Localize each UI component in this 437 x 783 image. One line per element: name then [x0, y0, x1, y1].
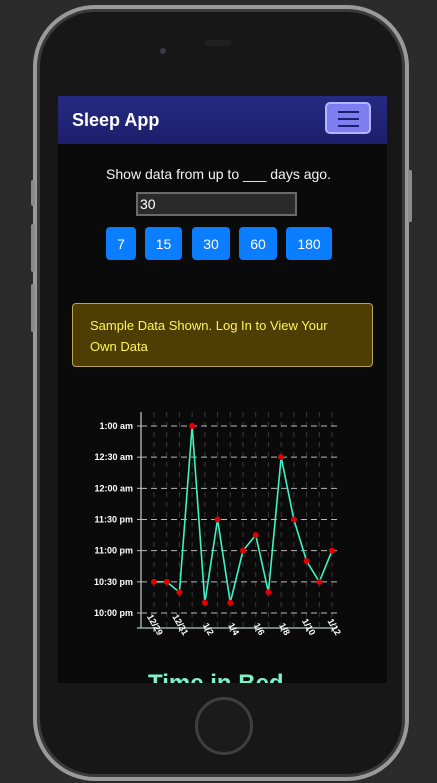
- mute-switch: [31, 180, 35, 206]
- front-camera: [160, 48, 166, 54]
- app-screen: Sleep App Show data from up to ___ days …: [58, 96, 387, 683]
- volume-down-button: [31, 284, 35, 332]
- data-point: [303, 558, 310, 565]
- data-point: [240, 547, 246, 554]
- x-tick-label: 12/31: [170, 612, 190, 637]
- data-point: [189, 423, 196, 429]
- y-tick-label: 11:30 pm: [94, 515, 133, 525]
- navbar: Sleep App: [58, 96, 387, 144]
- x-tick-label: 1/2: [201, 621, 216, 637]
- data-point: [316, 578, 323, 585]
- data-point: [176, 589, 183, 596]
- data-point: [252, 532, 259, 539]
- data-point: [290, 516, 297, 523]
- data-point: [265, 589, 272, 596]
- days-30-button[interactable]: 30: [192, 227, 230, 260]
- bedtime-line-chart: 10:00 pm 10:30 pm 11:00 pm 11:30 pm 12:00 am…: [94, 412, 343, 637]
- x-tick-label: 1/12: [326, 617, 343, 637]
- y-tick-label: 12:30 am: [94, 452, 133, 462]
- days-60-button[interactable]: 60: [239, 227, 277, 260]
- y-tick-label: 10:30 pm: [94, 577, 133, 587]
- sample-data-alert: Sample Data Shown. Log In to View Your O…: [72, 303, 373, 367]
- x-tick-label: 12/29: [145, 612, 165, 637]
- data-point: [214, 516, 221, 523]
- x-tick-label: 1/4: [226, 621, 241, 637]
- days-prompt: Show data from up to ___ days ago.: [106, 166, 331, 182]
- days-input[interactable]: [136, 192, 297, 216]
- days-7-button[interactable]: 7: [106, 227, 136, 260]
- hamburger-icon-bar: [338, 125, 359, 127]
- data-point: [151, 578, 157, 585]
- power-button: [408, 170, 412, 222]
- x-tick-label: 1/6: [252, 621, 267, 637]
- data-point: [201, 599, 208, 606]
- y-tick-label: 12:00 am: [94, 483, 133, 493]
- data-point: [329, 547, 335, 554]
- x-tick-label: 1/8: [277, 621, 292, 637]
- data-point: [227, 599, 234, 606]
- menu-toggle-button[interactable]: [325, 102, 371, 134]
- days-180-button[interactable]: 180: [286, 227, 332, 260]
- data-point: [278, 454, 285, 461]
- hamburger-icon: [338, 111, 359, 113]
- speaker-grille: [204, 40, 232, 46]
- volume-up-button: [31, 224, 35, 272]
- hamburger-icon-bar: [338, 118, 359, 120]
- x-tick-label: 1/10: [300, 617, 317, 637]
- time-in-bed-heading: Time in Bed: [148, 670, 284, 683]
- data-point: [163, 578, 170, 585]
- app-brand[interactable]: Sleep App: [72, 110, 159, 131]
- home-button[interactable]: [195, 697, 253, 755]
- y-tick-label: 11:00 pm: [94, 546, 133, 556]
- days-15-button[interactable]: 15: [145, 227, 182, 260]
- y-tick-label: 1:00 am: [99, 421, 133, 431]
- y-tick-label: 10:00 pm: [94, 608, 133, 618]
